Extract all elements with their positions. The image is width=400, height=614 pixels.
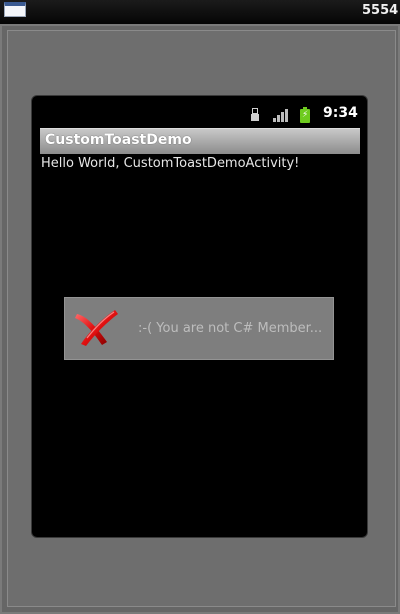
app-title-bar: CustomToastDemo [40, 128, 360, 154]
app-title: CustomToastDemo [45, 132, 192, 148]
device-screen: ⚡ 9:34 CustomToastDemo Hello World, Cust… [31, 95, 368, 538]
status-bar: ⚡ 9:34 [32, 96, 367, 126]
window-icon[interactable] [4, 2, 26, 17]
signal-icon [273, 109, 289, 122]
red-x-icon [73, 308, 119, 348]
window-title-bar: 5554 [0, 0, 400, 24]
custom-toast: :-( You are not C# Member... [64, 297, 334, 360]
usb-icon [250, 108, 260, 122]
hello-text: Hello World, CustomToastDemoActivity! [41, 156, 300, 171]
status-time: 9:34 [323, 105, 358, 121]
toast-message: :-( You are not C# Member... [138, 321, 323, 336]
window-title: 5554 [362, 3, 399, 18]
battery-charging-icon: ⚡ [300, 107, 310, 123]
